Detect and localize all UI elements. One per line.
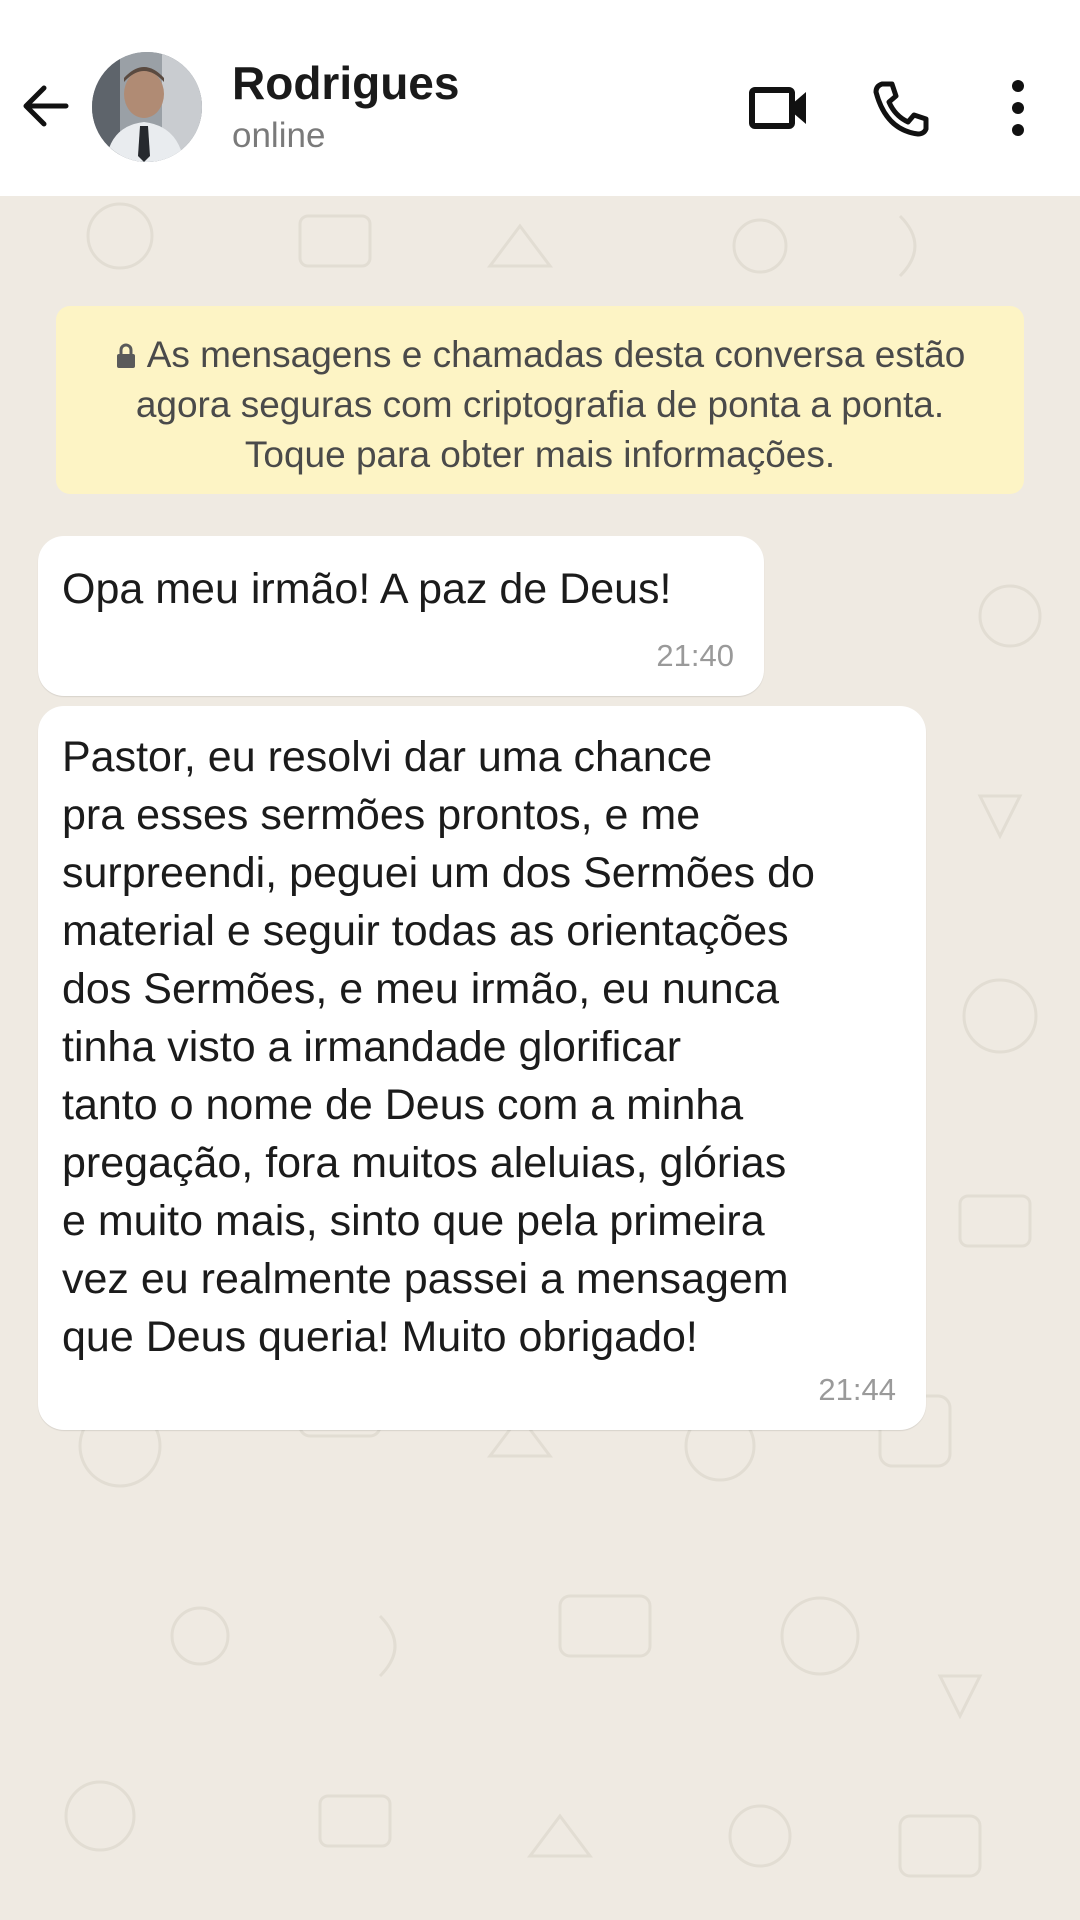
more-vertical-icon bbox=[1012, 80, 1024, 136]
voice-call-button[interactable] bbox=[868, 78, 932, 138]
arrow-left-icon bbox=[23, 85, 69, 127]
video-call-button[interactable] bbox=[748, 78, 812, 138]
message-timestamp: 21:40 bbox=[656, 638, 734, 673]
more-options-button[interactable] bbox=[990, 78, 1046, 138]
contact-status: online bbox=[232, 116, 326, 155]
encryption-notice[interactable]: As mensagens e chamadas desta conversa e… bbox=[56, 306, 1024, 494]
message-text: Pastor, eu resolvi dar uma chance pra es… bbox=[62, 733, 815, 1361]
contact-avatar[interactable] bbox=[92, 52, 202, 162]
lock-icon bbox=[116, 343, 135, 368]
encryption-notice-text: As mensagens e chamadas desta conversa e… bbox=[135, 334, 966, 475]
back-button[interactable] bbox=[18, 78, 74, 134]
message-timestamp: 21:44 bbox=[818, 1372, 896, 1407]
message-bubble[interactable]: Opa meu irmão! A paz de Deus! 21:40 bbox=[38, 536, 764, 696]
message-bubble[interactable]: Pastor, eu resolvi dar uma chance pra es… bbox=[38, 706, 926, 1430]
message-text: Opa meu irmão! A paz de Deus! bbox=[62, 565, 672, 613]
chat-header: Rodrigues online bbox=[0, 0, 1080, 196]
phone-icon bbox=[873, 81, 929, 137]
video-camera-icon bbox=[749, 87, 806, 129]
avatar-image bbox=[92, 52, 202, 162]
contact-name[interactable]: Rodrigues bbox=[232, 56, 459, 110]
